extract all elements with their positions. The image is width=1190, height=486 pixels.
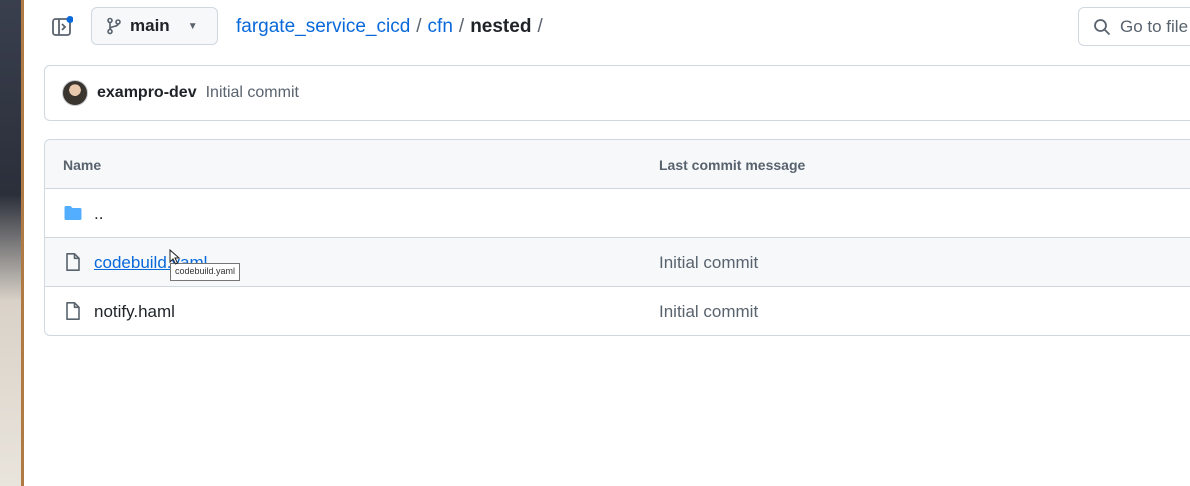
file-table: Name Last commit message .. codebuild.ya… (44, 139, 1190, 336)
breadcrumb-current: nested (470, 16, 532, 37)
commit-message-link[interactable]: Initial commit (206, 84, 299, 102)
breadcrumb-separator: / (416, 16, 422, 37)
commit-author-link[interactable]: exampro-dev (97, 84, 197, 102)
breadcrumb-folder-link[interactable]: cfn (428, 16, 453, 38)
breadcrumb-separator: / (458, 16, 465, 37)
column-header-name: Name (63, 157, 102, 173)
table-row[interactable]: codebuild.yaml Initial commit codebuild.… (45, 238, 1190, 287)
file-icon (66, 302, 80, 320)
tooltip: codebuild.yaml (170, 263, 241, 281)
file-icon (66, 253, 80, 271)
breadcrumb: fargate_service_cicd / cfn / nested / (236, 16, 543, 38)
repo-file-browser: main ▼ fargate_service_cicd / cfn / nest… (24, 0, 1190, 486)
search-icon (1094, 18, 1110, 35)
table-header: Name Last commit message (45, 140, 1190, 189)
breadcrumb-repo-link[interactable]: fargate_service_cicd (236, 16, 410, 38)
commit-message-link[interactable]: Initial commit (659, 302, 758, 322)
git-branch-icon (107, 17, 121, 35)
background-edge (0, 0, 24, 486)
column-header-message: Last commit message (659, 157, 806, 173)
go-to-file-input[interactable]: Go to file (1078, 7, 1190, 46)
search-placeholder: Go to file (1120, 16, 1189, 36)
file-name-link[interactable]: notify.haml (94, 302, 175, 322)
branch-select-button[interactable]: main ▼ (91, 7, 218, 45)
breadcrumb-separator: / (537, 16, 543, 37)
table-row[interactable]: notify.haml Initial commit (45, 287, 1190, 335)
table-row-parent[interactable]: .. (45, 189, 1190, 238)
mouse-pointer-icon (169, 249, 181, 265)
branch-name: main (130, 16, 170, 35)
expand-file-tree-button[interactable] (50, 15, 74, 39)
avatar[interactable] (62, 80, 88, 106)
sidebar-expand-icon (52, 16, 73, 36)
file-name-link[interactable]: .. (94, 204, 103, 224)
folder-icon (64, 206, 82, 220)
commit-message-link[interactable]: Initial commit (659, 253, 758, 273)
latest-commit-box: exampro-dev Initial commit (44, 65, 1190, 121)
caret-down-icon: ▼ (187, 20, 198, 32)
